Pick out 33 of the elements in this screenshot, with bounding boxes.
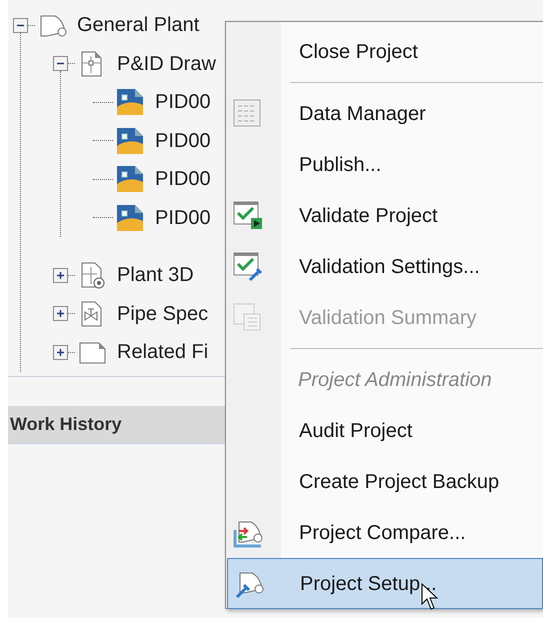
check-play-icon — [233, 201, 263, 231]
tree-item[interactable]: Plant 3D — [117, 260, 194, 290]
drawing-icon — [115, 202, 145, 233]
expand-icon[interactable] — [53, 344, 68, 360]
menu-section-header: Project Administration — [298, 368, 492, 392]
tree-item[interactable]: PID00 — [155, 126, 211, 156]
tree-item[interactable]: Pipe Spec — [117, 298, 208, 329]
expand-icon[interactable] — [53, 268, 68, 283]
menu-item[interactable]: Close Project — [226, 26, 543, 77]
drawing-icon — [115, 87, 145, 118]
menu-item[interactable]: Validation Settings... — [226, 241, 543, 292]
menu-item[interactable]: Data Manager — [226, 88, 543, 139]
menu-item[interactable]: Audit Project — [226, 405, 543, 456]
menu-item[interactable]: Create Project Backup — [226, 456, 543, 507]
drawing-icon — [115, 126, 145, 156]
collapse-icon[interactable] — [13, 18, 28, 33]
collapse-icon[interactable] — [53, 56, 68, 72]
work-history-title: Work History — [10, 413, 122, 436]
menu-item[interactable]: Publish... — [226, 139, 543, 190]
menu-item[interactable]: Project Compare... — [226, 507, 543, 558]
check-wrench-icon — [233, 252, 263, 282]
tree-item[interactable]: General Plant — [77, 10, 200, 40]
menu-item[interactable]: Project Setup... — [227, 558, 543, 609]
tree-item[interactable]: PID00 — [155, 164, 211, 194]
drawing-icon — [115, 164, 145, 194]
tree-item[interactable]: PID00 — [155, 202, 211, 233]
table-icon — [233, 99, 263, 129]
expand-icon[interactable] — [53, 306, 68, 322]
tree-item[interactable]: PID00 — [155, 87, 211, 118]
tree-item[interactable]: Related Fi — [117, 337, 208, 368]
menu-item[interactable]: Validate Project — [226, 190, 543, 241]
list-icon — [233, 303, 263, 333]
tree-item[interactable]: P&ID Draw — [117, 48, 216, 79]
